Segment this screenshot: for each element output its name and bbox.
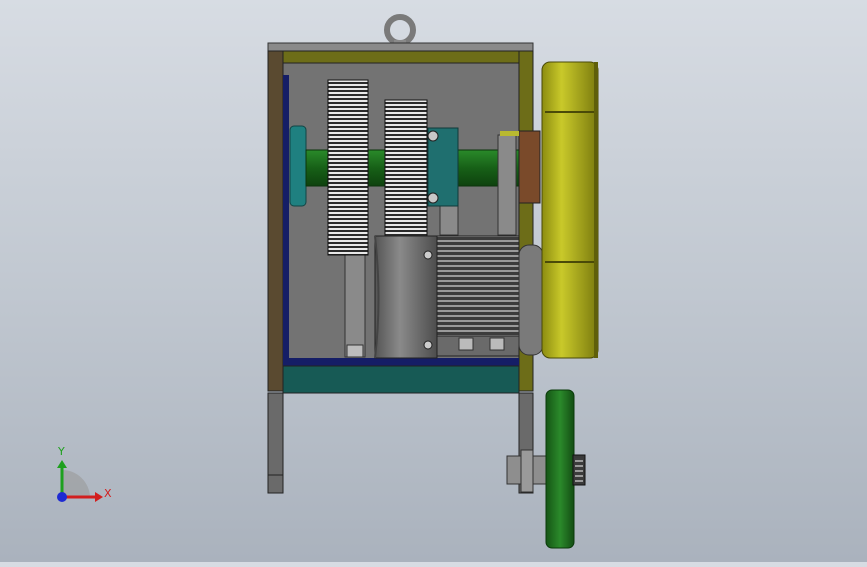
model-view[interactable]: X Y [0,0,867,562]
motor-end-cap [518,244,544,356]
base-plate [282,365,520,394]
coordinate-triad: X Y [57,445,112,502]
motor-icon [374,235,520,359]
x-axis-label: X [104,487,112,500]
gear-icon [327,79,369,256]
base-channel [283,358,519,366]
gear-large [384,99,428,237]
housing-top-band [267,50,534,64]
z-axis-dot [57,492,67,502]
flywheel-icon [541,61,599,359]
bearing-housing [427,127,459,207]
left-frame-inner [283,75,289,360]
left-bearing-flange [289,125,307,207]
left-leg [267,392,284,494]
top-plate [267,42,534,52]
left-frame-post [267,50,284,392]
cad-viewport[interactable]: X Y [0,0,867,562]
shaft-support-right [497,134,517,236]
y-axis-label: Y [57,445,65,458]
shaft-collar [518,130,541,204]
